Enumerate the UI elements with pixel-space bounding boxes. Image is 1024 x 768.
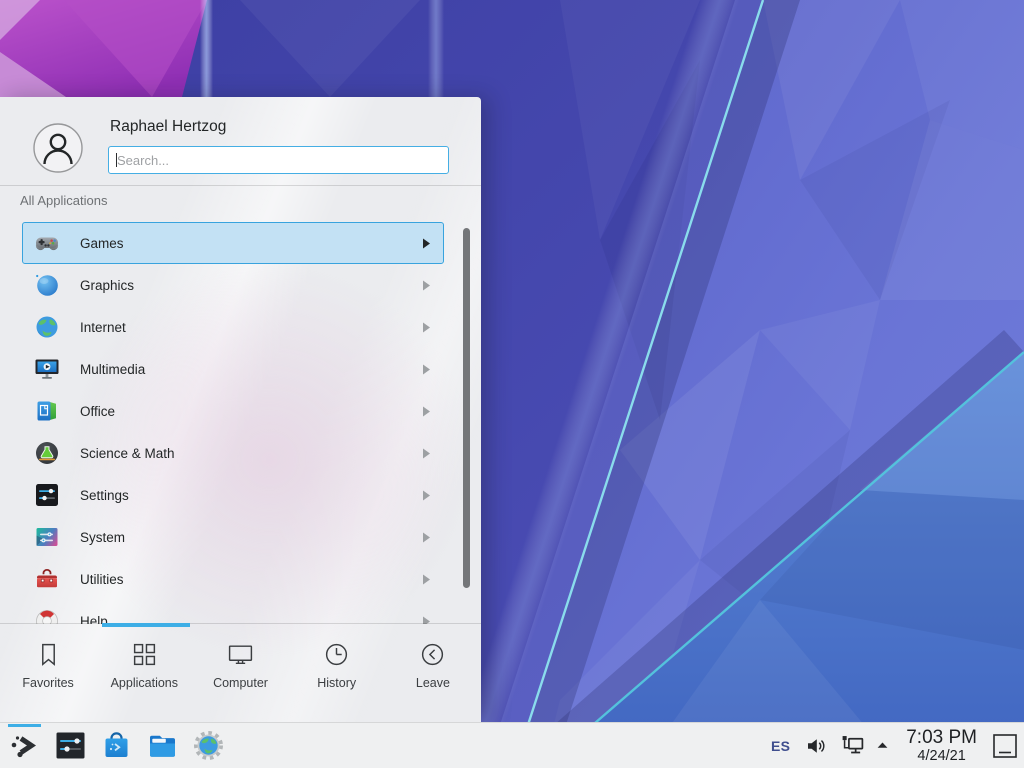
submenu-arrow-icon — [422, 448, 431, 459]
category-label: Science & Math — [80, 446, 175, 461]
clock-icon — [323, 641, 350, 668]
category-office[interactable]: Office — [22, 390, 444, 432]
category-label: Utilities — [80, 572, 124, 587]
computer-icon — [227, 641, 254, 668]
show-desktop-button[interactable] — [991, 732, 1019, 760]
lifebuoy-icon — [34, 608, 60, 624]
category-games[interactable]: Games — [22, 222, 444, 264]
header-divider — [0, 185, 481, 186]
tab-favorites[interactable]: Favorites — [0, 624, 96, 722]
search-field-wrap — [108, 146, 449, 174]
user-avatar-icon[interactable] — [33, 123, 83, 173]
category-help[interactable]: Help — [22, 600, 444, 624]
system-settings-button[interactable] — [54, 729, 87, 762]
category-label: Office — [80, 404, 115, 419]
digital-clock[interactable]: 7:03 PM 4/24/21 — [906, 728, 977, 764]
submenu-arrow-icon — [422, 574, 431, 585]
tab-label: Applications — [111, 676, 178, 690]
konqueror-button[interactable] — [192, 729, 225, 762]
section-label: All Applications — [20, 193, 107, 208]
file-manager-folder-icon — [146, 729, 179, 762]
documents-icon — [34, 398, 60, 424]
submenu-arrow-icon — [422, 364, 431, 375]
submenu-arrow-icon — [422, 490, 431, 501]
monitor-play-icon — [34, 356, 60, 382]
tab-label: Computer — [213, 676, 268, 690]
expand-tray-caret-icon[interactable] — [875, 738, 890, 753]
system-tray: ES 7:03 PM 4/24/21 — [771, 723, 1024, 768]
keyboard-layout-indicator[interactable]: ES — [771, 738, 790, 754]
taskbar-panel: ES 7:03 PM 4/24/21 — [0, 722, 1024, 768]
category-science-math[interactable]: Science & Math — [22, 432, 444, 474]
application-launcher-menu: Raphael Hertzog All Applications — [0, 97, 481, 722]
globe-icon — [34, 314, 60, 340]
category-system[interactable]: System — [22, 516, 444, 558]
category-label: System — [80, 530, 125, 545]
text-cursor — [116, 153, 117, 167]
category-label: Multimedia — [80, 362, 145, 377]
browser-globe-gear-icon — [192, 729, 225, 762]
scrollbar[interactable] — [463, 228, 470, 588]
submenu-arrow-icon — [422, 406, 431, 417]
submenu-arrow-icon — [422, 322, 431, 333]
toolbox-icon — [34, 566, 60, 592]
desktop: Raphael Hertzog All Applications — [0, 0, 1024, 768]
tab-history[interactable]: History — [289, 624, 385, 722]
bookmark-icon — [35, 641, 62, 668]
category-label: Games — [80, 236, 124, 251]
category-label: Internet — [80, 320, 126, 335]
category-internet[interactable]: Internet — [22, 306, 444, 348]
tab-bar: Favorites Applications Computer — [0, 624, 481, 722]
category-settings[interactable]: Settings — [22, 474, 444, 516]
category-list: Games Graphics — [0, 222, 481, 624]
category-graphics[interactable]: Graphics — [22, 264, 444, 306]
taskbar-launchers — [8, 723, 225, 768]
leave-icon — [419, 641, 446, 668]
tab-computer[interactable]: Computer — [192, 624, 288, 722]
tab-leave[interactable]: Leave — [385, 624, 481, 722]
user-name: Raphael Hertzog — [110, 118, 226, 136]
sliders-dark-icon — [34, 482, 60, 508]
category-label: Settings — [80, 488, 129, 503]
flask-icon — [34, 440, 60, 466]
discover-button[interactable] — [100, 729, 133, 762]
submenu-arrow-icon — [422, 532, 431, 543]
category-multimedia[interactable]: Multimedia — [22, 348, 444, 390]
clock-time: 7:03 PM — [906, 728, 977, 748]
dolphin-button[interactable] — [146, 729, 179, 762]
gamepad-icon — [34, 230, 60, 256]
system-settings-icon — [54, 729, 87, 762]
submenu-arrow-icon — [422, 280, 431, 291]
category-label: Graphics — [80, 278, 134, 293]
sliders-color-icon — [34, 524, 60, 550]
category-utilities[interactable]: Utilities — [22, 558, 444, 600]
tab-label: Favorites — [22, 676, 73, 690]
tab-label: History — [317, 676, 356, 690]
tab-applications[interactable]: Applications — [96, 624, 192, 722]
clock-date: 4/24/21 — [906, 748, 977, 764]
tab-label: Leave — [416, 676, 450, 690]
kde-kickoff-icon — [8, 729, 41, 762]
grid-icon — [131, 641, 158, 668]
volume-icon[interactable] — [804, 734, 828, 758]
network-icon[interactable] — [839, 732, 866, 759]
sphere-icon — [34, 272, 60, 298]
discover-icon — [100, 729, 133, 762]
application-launcher-button[interactable] — [8, 729, 41, 762]
submenu-arrow-icon — [422, 238, 431, 249]
search-input[interactable] — [108, 146, 449, 174]
